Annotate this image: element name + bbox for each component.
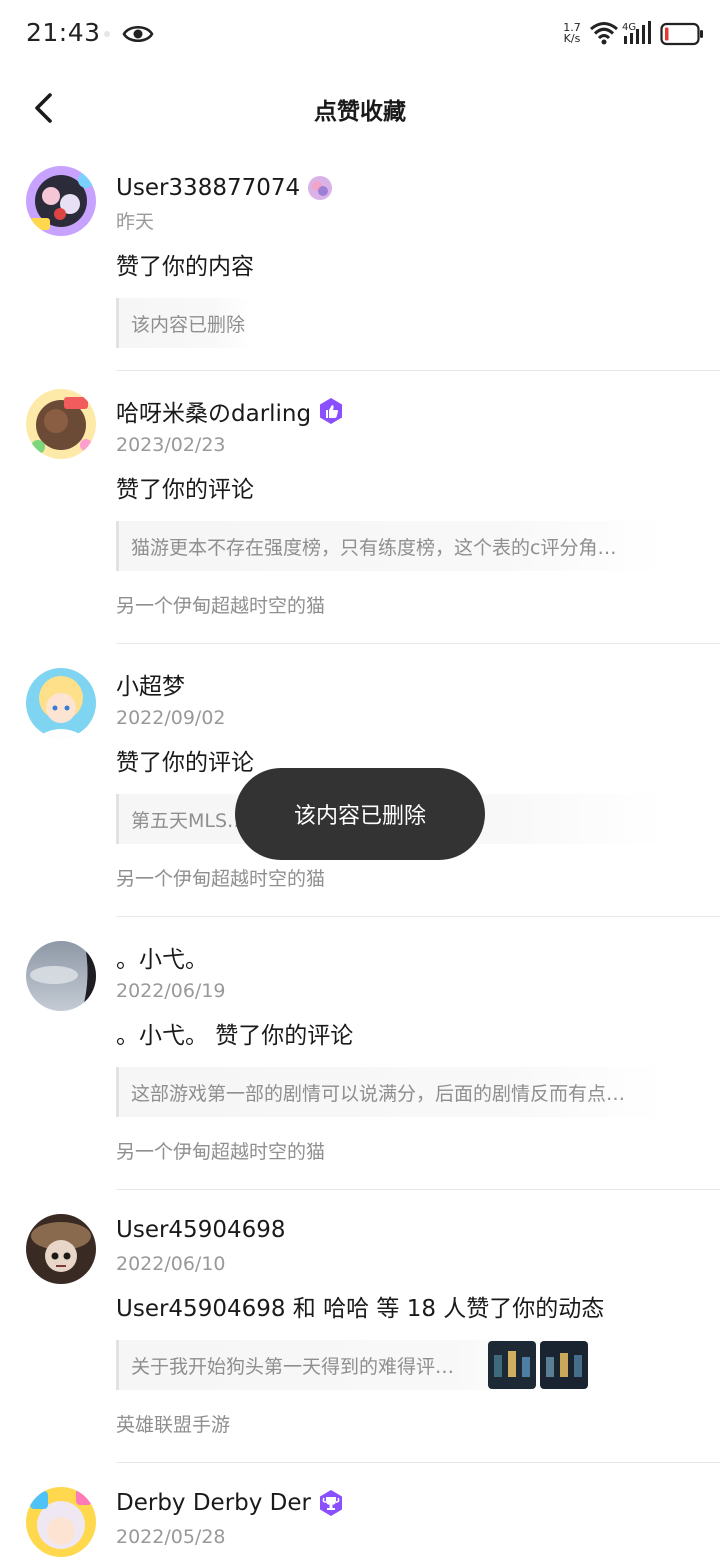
avatar[interactable]: [26, 166, 96, 236]
notification-content: Derby Derby Der 2022/05/28: [116, 1463, 720, 1560]
action-text: 赞了你的内容: [116, 254, 254, 280]
notification-content: User338877074 昨天 赞了你的内容 该内容已删除: [116, 148, 720, 371]
quote-text: 这部游戏第一部的剧情可以说满分，后面的剧情反而有点…: [131, 1082, 626, 1105]
battery-icon: [660, 22, 703, 46]
notification-content: 哈呀米桑のdarling 2023/02/23 赞了你的评论 猫游更本不存在强度…: [116, 371, 720, 644]
timestamp: 昨天: [116, 211, 155, 233]
timestamp: 2022/05/28: [116, 1526, 226, 1548]
avatar[interactable]: [26, 389, 96, 459]
trophy-badge-icon: [317, 1489, 345, 1517]
quoted-content[interactable]: 关于我开始狗头第一天得到的难得评…: [116, 1340, 588, 1390]
name-row: 。小弋。: [116, 939, 720, 975]
timestamp: 2022/06/19: [116, 980, 226, 1002]
wifi-icon: [590, 22, 618, 45]
username[interactable]: Derby Derby Der: [116, 1490, 311, 1516]
notification-item[interactable]: User45904698 2022/06/10 User45904698 和 哈…: [0, 1190, 720, 1463]
username[interactable]: 。小弋。: [116, 940, 208, 974]
quote-text: 第五天MLS…: [131, 809, 247, 832]
page-title: 点赞收藏: [314, 99, 406, 125]
action-text: 。小弋。 赞了你的评论: [116, 1023, 354, 1049]
quoted-content[interactable]: 这部游戏第一部的剧情可以说满分，后面的剧情反而有点…: [116, 1067, 664, 1117]
status-bar: 21:43 1.7 K/s 4G: [0, 0, 720, 68]
status-time: 21:43: [26, 18, 101, 47]
toast-message: 该内容已删除: [235, 768, 485, 860]
post-thumbnail[interactable]: [488, 1341, 536, 1389]
timestamp: 2022/06/10: [116, 1253, 226, 1275]
name-row: 小超梦: [116, 666, 720, 702]
name-row: User338877074: [116, 170, 720, 206]
quote-text: 猫游更本不存在强度榜，只有练度榜，这个表的c评分角…: [131, 536, 617, 559]
post-thumbnail[interactable]: [540, 1341, 588, 1389]
avatar[interactable]: [26, 941, 96, 1011]
source-game[interactable]: 另一个伊甸超越时空的猫: [116, 591, 720, 621]
notification-item[interactable]: Derby Derby Der 2022/05/28: [0, 1463, 720, 1560]
avatar[interactable]: [26, 1214, 96, 1284]
app-header: 点赞收藏: [0, 68, 720, 148]
notification-content: 。小弋。 2022/06/19 。小弋。 赞了你的评论 这部游戏第一部的剧情可以…: [116, 917, 720, 1190]
cell-signal-icon: 4G: [622, 20, 656, 46]
avatar-frame-icon: [306, 174, 334, 202]
eye-icon: [122, 25, 154, 43]
name-row: 哈呀米桑のdarling: [116, 393, 720, 429]
status-dot: [104, 31, 110, 37]
notification-content: User45904698 2022/06/10 User45904698 和 哈…: [116, 1190, 720, 1463]
network-speed-unit: K/s: [563, 32, 581, 45]
thumbs-up-badge-icon: [317, 397, 345, 425]
username[interactable]: 小超梦: [116, 667, 185, 701]
timestamp: 2023/02/23: [116, 434, 226, 456]
source-game[interactable]: 另一个伊甸超越时空的猫: [116, 864, 720, 894]
notification-item[interactable]: 哈呀米桑のdarling 2023/02/23 赞了你的评论 猫游更本不存在强度…: [0, 371, 720, 644]
quoted-content[interactable]: 猫游更本不存在强度榜，只有练度榜，这个表的c评分角…: [116, 521, 664, 571]
quote-text: 该内容已删除: [131, 313, 246, 336]
timestamp: 2022/09/02: [116, 707, 226, 729]
username[interactable]: User338877074: [116, 175, 300, 201]
avatar[interactable]: [26, 1487, 96, 1557]
quoted-content[interactable]: 该内容已删除: [116, 298, 252, 348]
cell-label: 4G: [622, 22, 636, 33]
network-speed: 1.7 K/s: [560, 22, 584, 44]
source-game[interactable]: 另一个伊甸超越时空的猫: [116, 1137, 720, 1167]
action-text: User45904698 和 哈哈 等 18 人赞了你的动态: [116, 1296, 605, 1322]
action-text: 赞了你的评论: [116, 477, 254, 503]
quote-text: 关于我开始狗头第一天得到的难得评…: [131, 1355, 455, 1378]
notification-item[interactable]: 。小弋。 2022/06/19 。小弋。 赞了你的评论 这部游戏第一部的剧情可以…: [0, 917, 720, 1190]
username[interactable]: User45904698: [116, 1217, 286, 1243]
username[interactable]: 哈呀米桑のdarling: [116, 394, 311, 428]
name-row: Derby Derby Der: [116, 1485, 720, 1521]
notification-item[interactable]: User338877074 昨天 赞了你的内容 该内容已删除: [0, 148, 720, 371]
avatar[interactable]: [26, 668, 96, 738]
source-game[interactable]: 英雄联盟手游: [116, 1410, 720, 1440]
name-row: User45904698: [116, 1212, 720, 1248]
